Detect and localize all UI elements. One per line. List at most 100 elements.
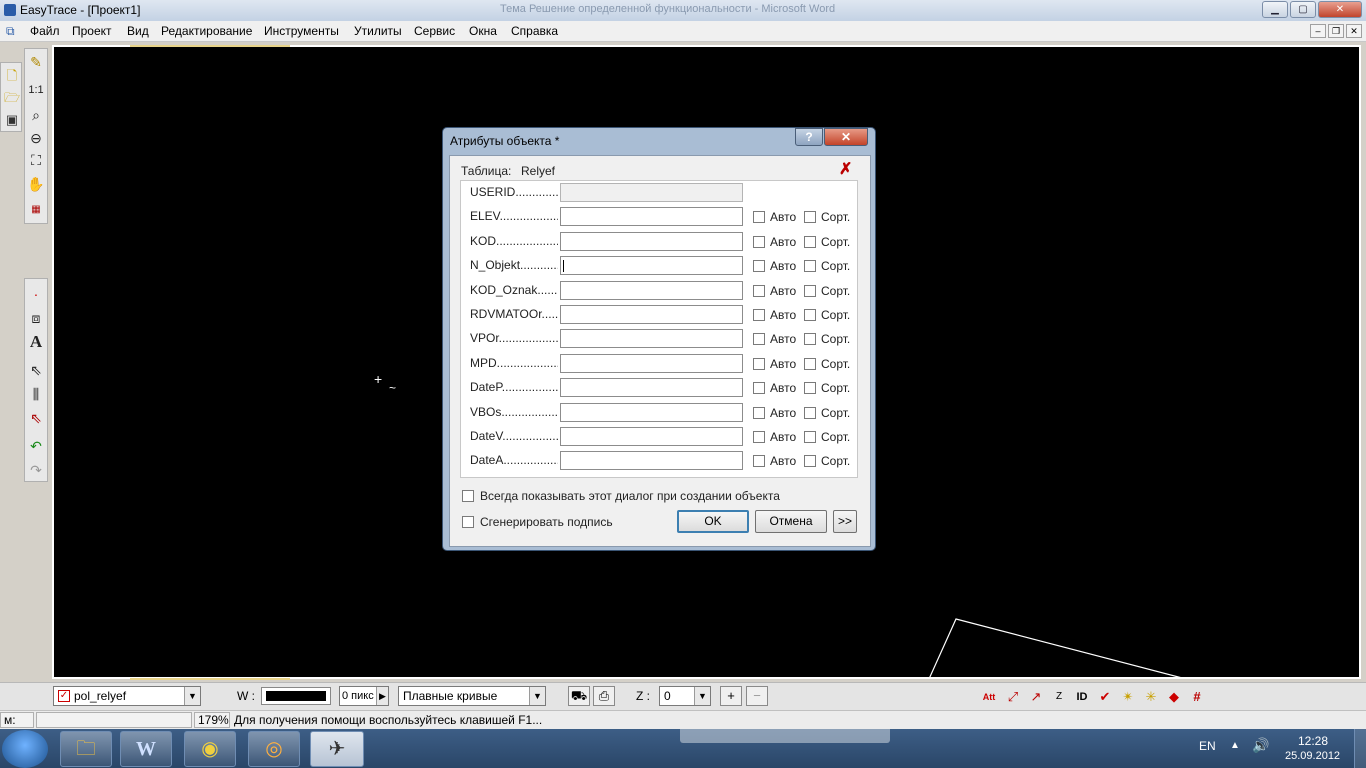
menu-service[interactable]: Сервис bbox=[414, 24, 455, 38]
layer-select[interactable]: ✓ pol_relyef ▼ bbox=[53, 686, 201, 706]
clock-date[interactable]: 25.09.2012 bbox=[1285, 750, 1340, 762]
node-edit-icon[interactable]: ⫼ bbox=[27, 385, 45, 403]
pixel-width-input[interactable]: 0 пикс ▶ bbox=[339, 686, 389, 706]
field-input[interactable] bbox=[560, 281, 743, 300]
menu-project[interactable]: Проект bbox=[72, 24, 112, 38]
mdi-minimize-button[interactable]: ‒ bbox=[1310, 24, 1326, 38]
sparkle-small-icon[interactable]: ✳ bbox=[1142, 689, 1160, 707]
auto-checkbox[interactable] bbox=[753, 407, 765, 419]
cancel-button[interactable]: Отмена bbox=[755, 510, 827, 533]
auto-checkbox[interactable] bbox=[753, 455, 765, 467]
z-id-icon[interactable]: Z bbox=[1050, 689, 1068, 707]
menu-edit[interactable]: Редактирование bbox=[161, 24, 252, 38]
sparkle-icon[interactable]: ✴ bbox=[1119, 689, 1137, 707]
z-plus-button[interactable]: + bbox=[720, 686, 742, 706]
clock-time[interactable]: 12:28 bbox=[1298, 734, 1328, 748]
chevron-down-icon[interactable]: ▼ bbox=[529, 687, 545, 705]
more-button[interactable]: >> bbox=[833, 510, 857, 533]
generate-caption-checkbox[interactable] bbox=[462, 516, 474, 528]
curve-mode-select[interactable]: Плавные кривые ▼ bbox=[398, 686, 546, 706]
close-button[interactable]: ✕ bbox=[1318, 1, 1362, 18]
menu-file[interactable]: Файл bbox=[30, 24, 60, 38]
start-button[interactable] bbox=[2, 730, 48, 768]
text-tool-icon[interactable]: A bbox=[27, 333, 45, 351]
volume-icon[interactable]: 🔊 bbox=[1252, 737, 1269, 754]
chevron-right-icon[interactable]: ▶ bbox=[376, 687, 388, 705]
direction-arrow-icon[interactable]: ↗ bbox=[1027, 689, 1045, 707]
mdi-close-button[interactable]: ✕ bbox=[1346, 24, 1362, 38]
tray-expand-icon[interactable]: ▲ bbox=[1230, 740, 1240, 751]
grid-icon[interactable]: # bbox=[1188, 689, 1206, 707]
sort-checkbox[interactable] bbox=[804, 358, 816, 370]
attribute-icon[interactable]: Att bbox=[980, 689, 998, 707]
auto-checkbox[interactable] bbox=[753, 309, 765, 321]
auto-checkbox[interactable] bbox=[753, 236, 765, 248]
line-width-swatch[interactable] bbox=[261, 687, 331, 705]
print-icon[interactable]: ⎙ bbox=[593, 686, 615, 706]
chevron-down-icon[interactable]: ▼ bbox=[694, 687, 710, 705]
validate-icon[interactable]: ✔ bbox=[1096, 689, 1114, 707]
auto-checkbox[interactable] bbox=[753, 260, 765, 272]
id-icon[interactable]: ID bbox=[1073, 689, 1091, 707]
menu-help[interactable]: Справка bbox=[511, 24, 558, 38]
zoom-out-icon[interactable]: ⊖ bbox=[27, 129, 45, 147]
sort-checkbox[interactable] bbox=[804, 382, 816, 394]
clear-attributes-icon[interactable]: ✗ bbox=[839, 159, 852, 179]
language-indicator[interactable]: EN bbox=[1199, 739, 1216, 753]
z-value-select[interactable]: 0 ▼ bbox=[659, 686, 711, 706]
zoom-extent-icon[interactable]: ⛶ bbox=[27, 151, 45, 169]
auto-checkbox[interactable] bbox=[753, 382, 765, 394]
auto-checkbox[interactable] bbox=[753, 211, 765, 223]
sort-checkbox[interactable] bbox=[804, 455, 816, 467]
help-button[interactable]: ? bbox=[795, 128, 823, 146]
auto-checkbox[interactable] bbox=[753, 358, 765, 370]
sort-checkbox[interactable] bbox=[804, 309, 816, 321]
field-input[interactable] bbox=[560, 207, 743, 226]
menu-utilities[interactable]: Утилиты bbox=[354, 24, 402, 38]
sort-checkbox[interactable] bbox=[804, 431, 816, 443]
sort-checkbox[interactable] bbox=[804, 236, 816, 248]
field-input[interactable] bbox=[560, 403, 743, 422]
undo-icon[interactable]: ↶ bbox=[27, 437, 45, 455]
scale-1-1-button[interactable]: 1:1 bbox=[27, 81, 45, 99]
field-input[interactable] bbox=[560, 451, 743, 470]
sort-checkbox[interactable] bbox=[804, 407, 816, 419]
mdi-restore-button[interactable]: ❐ bbox=[1328, 24, 1344, 38]
field-input[interactable] bbox=[560, 232, 743, 251]
auto-checkbox[interactable] bbox=[753, 333, 765, 345]
menu-tools[interactable]: Инструменты bbox=[264, 24, 339, 38]
show-desktop-button[interactable] bbox=[1354, 729, 1366, 768]
maximize-button[interactable]: ▢ bbox=[1290, 1, 1316, 18]
dialog-close-button[interactable]: ✕ bbox=[824, 128, 868, 146]
open-folder-icon[interactable]: 🗁 bbox=[3, 89, 21, 107]
explorer-icon[interactable]: 🗀 bbox=[60, 731, 112, 767]
field-input[interactable] bbox=[560, 354, 743, 373]
redo-icon[interactable]: ↷ bbox=[27, 461, 45, 479]
select-arrow-icon[interactable]: ⇖ bbox=[27, 361, 45, 379]
menu-view[interactable]: Вид bbox=[127, 24, 149, 38]
auto-checkbox[interactable] bbox=[753, 431, 765, 443]
zoom-in-icon[interactable]: ⌕ bbox=[27, 106, 45, 124]
field-input[interactable] bbox=[560, 256, 743, 275]
marker-icon[interactable]: ◆ bbox=[1165, 689, 1183, 707]
field-input[interactable] bbox=[560, 378, 743, 397]
always-show-checkbox[interactable] bbox=[462, 490, 474, 502]
sort-checkbox[interactable] bbox=[804, 211, 816, 223]
money-icon[interactable]: ◉ bbox=[184, 731, 236, 767]
car-icon[interactable]: ⛟ bbox=[568, 686, 590, 706]
field-input[interactable] bbox=[560, 329, 743, 348]
z-minus-button[interactable]: − bbox=[746, 686, 768, 706]
easytrace-icon[interactable]: ✈ bbox=[310, 731, 364, 767]
point-icon[interactable]: · bbox=[27, 285, 45, 303]
layer-checkbox[interactable]: ✓ bbox=[58, 690, 70, 702]
minimize-button[interactable]: ▁ bbox=[1262, 1, 1288, 18]
node-check-icon[interactable]: ⤢ bbox=[1004, 689, 1022, 707]
ruler-icon[interactable]: ▦ bbox=[27, 201, 45, 219]
media-icon[interactable]: ◎ bbox=[248, 731, 300, 767]
menu-windows[interactable]: Окна bbox=[469, 24, 497, 38]
field-input[interactable] bbox=[560, 305, 743, 324]
sort-checkbox[interactable] bbox=[804, 260, 816, 272]
select-node-icon[interactable]: ⇖ bbox=[27, 409, 45, 427]
pan-hand-icon[interactable]: ✋ bbox=[27, 175, 45, 193]
ok-button[interactable]: OK bbox=[677, 510, 749, 533]
